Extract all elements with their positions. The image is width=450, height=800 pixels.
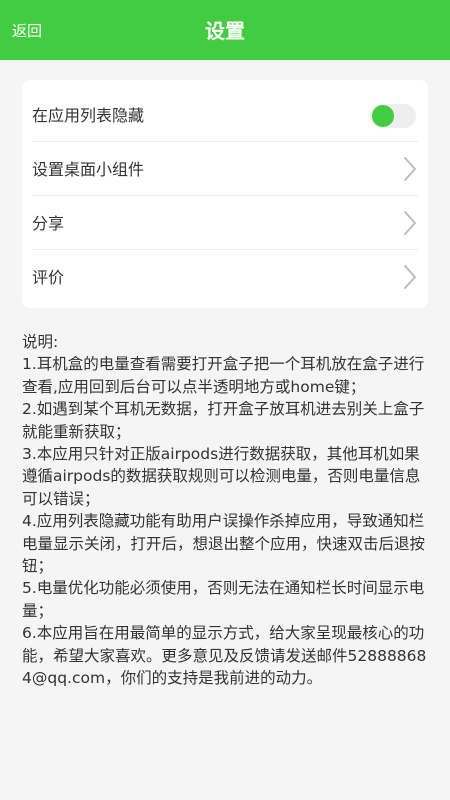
description-line: 6.本应用旨在用最简单的显示方式，给大家呈现最核心的功能，希望大家喜欢。更多意见… xyxy=(22,624,427,688)
setting-label: 评价 xyxy=(32,268,65,287)
description-line: 3.本应用只针对正版airpods进行数据获取，其他耳机如果遵循airpods的… xyxy=(22,445,421,508)
setting-desktop-widget[interactable]: 设置桌面小组件 xyxy=(32,142,418,195)
toggle-knob xyxy=(372,105,394,127)
setting-label: 在应用列表隐藏 xyxy=(32,106,145,125)
description-heading: 说明: xyxy=(22,333,59,351)
description-line: 2.如遇到某个耳机无数据，打开盒子放耳机进去别关上盒子就能重新获取； xyxy=(22,400,425,441)
setting-label: 分享 xyxy=(32,214,65,233)
description-text: 说明: 1.耳机盒的电量查看需要打开盒子把一个耳机放在盒子进行查看,应用回到后台… xyxy=(22,331,434,690)
hide-in-app-list-toggle[interactable] xyxy=(370,104,416,128)
chevron-right-icon xyxy=(404,157,416,181)
setting-label: 设置桌面小组件 xyxy=(32,160,145,179)
description-line: 1.耳机盒的电量查看需要打开盒子把一个耳机放在盒子进行查看,应用回到后台可以点半… xyxy=(22,355,425,396)
chevron-right-icon xyxy=(404,265,416,289)
description-line: 4.应用列表隐藏功能有助用户误操作杀掉应用，导致通知栏电量显示关闭，打开后，想退… xyxy=(22,512,426,576)
setting-share[interactable]: 分享 xyxy=(32,196,418,249)
description-line: 5.电量优化功能必须使用，否则无法在通知栏长时间显示电量； xyxy=(22,579,425,620)
page-title: 设置 xyxy=(205,19,245,43)
setting-hide-in-app-list[interactable]: 在应用列表隐藏 xyxy=(32,88,418,141)
top-app-bar: 返回 设置 xyxy=(0,0,450,60)
setting-rate[interactable]: 评价 xyxy=(32,250,418,303)
settings-card: 在应用列表隐藏 设置桌面小组件 分享 评价 xyxy=(22,80,428,308)
chevron-right-icon xyxy=(404,211,416,235)
